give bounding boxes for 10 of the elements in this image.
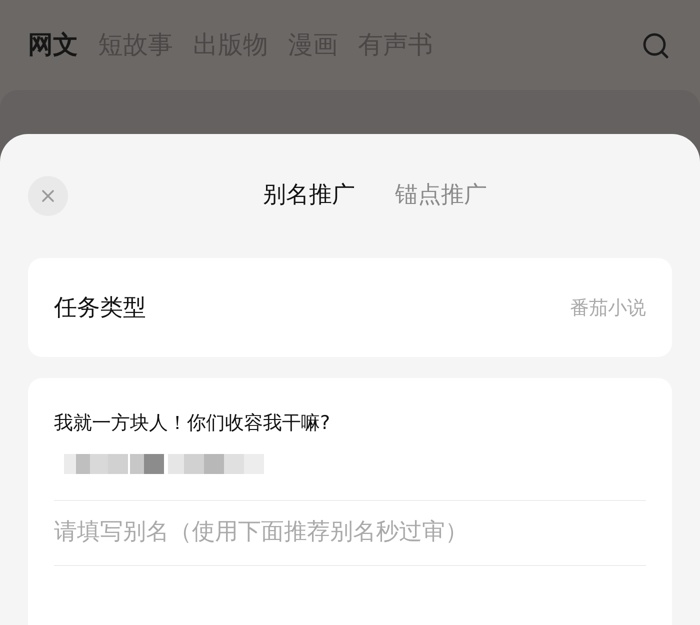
close-icon	[40, 188, 56, 204]
close-button[interactable]	[28, 176, 68, 216]
task-type-label: 任务类型	[54, 294, 146, 323]
book-title: 我就一方块人！你们收容我干嘛?	[54, 411, 332, 436]
nav-tab[interactable]: 网文	[28, 28, 78, 60]
sheet-tab[interactable]: 别名推广	[263, 179, 355, 210]
task-type-value[interactable]: 番茄小说	[570, 294, 646, 320]
search-icon[interactable]	[642, 32, 670, 60]
alias-input-field[interactable]: 请填写别名（使用下面推荐别名秒过审）	[54, 501, 646, 565]
sheet-tab[interactable]: 锚点推广	[395, 179, 487, 210]
